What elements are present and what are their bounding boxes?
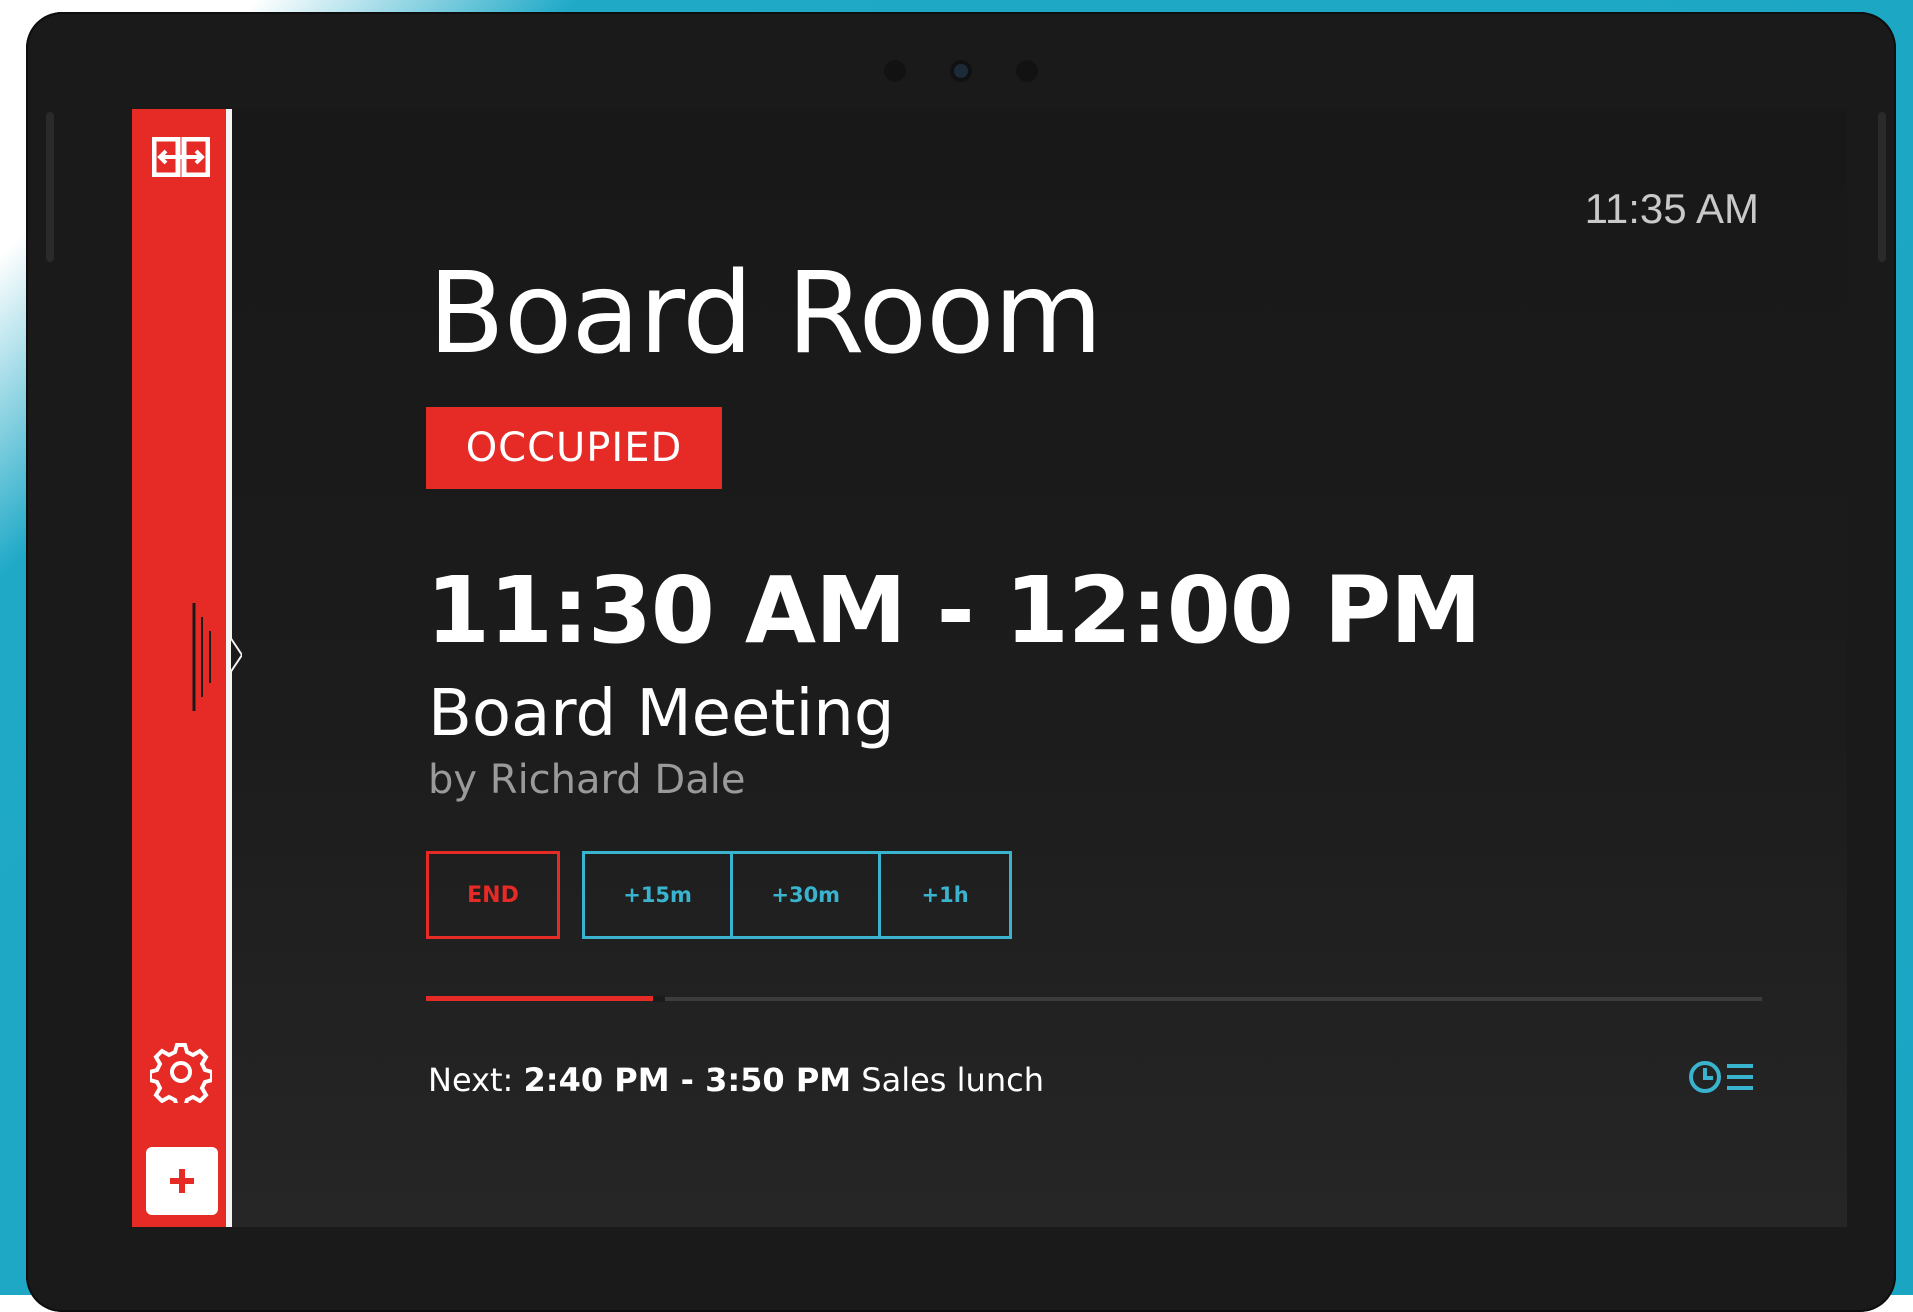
- status-badge: OCCUPIED: [426, 407, 722, 489]
- camera-lens: [954, 64, 968, 78]
- sensor-dot: [1016, 60, 1038, 82]
- meeting-title: Board Meeting: [428, 677, 895, 751]
- next-meeting-time: 2:40 PM - 3:50 PM: [523, 1061, 852, 1099]
- extend-30m-button[interactable]: +30m: [733, 854, 882, 936]
- schedule-list-icon[interactable]: [1687, 1057, 1757, 1097]
- device-camera: [884, 60, 1038, 82]
- extend-15m-button[interactable]: +15m: [585, 854, 734, 936]
- extend-meeting-group: +15m +30m +1h: [582, 851, 1012, 939]
- sensor-dot: [884, 60, 906, 82]
- room-name: Board Room: [428, 249, 1103, 379]
- tablet-device: 11:35 AM Board Room OCCUPIED 11:30 AM - …: [26, 12, 1896, 1312]
- plus-icon: [170, 1169, 194, 1193]
- next-meeting-prefix: Next:: [428, 1061, 514, 1099]
- extend-1h-button[interactable]: +1h: [881, 854, 1009, 936]
- meeting-organizer: by Richard Dale: [428, 757, 746, 803]
- sidebar: [132, 109, 242, 1227]
- next-meeting: Next: 2:40 PM - 3:50 PM Sales lunch: [428, 1061, 1044, 1099]
- app-screen: 11:35 AM Board Room OCCUPIED 11:30 AM - …: [132, 109, 1847, 1227]
- add-booking-button[interactable]: [146, 1147, 218, 1215]
- meeting-progress-fill: [426, 996, 654, 1001]
- device-side-button-right: [1878, 112, 1886, 262]
- drawer-handle-icon[interactable]: [190, 597, 242, 717]
- gear-icon[interactable]: [150, 1041, 212, 1103]
- device-side-button-left: [46, 112, 54, 262]
- progress-marker-gap: [653, 996, 666, 1002]
- meeting-time-range: 11:30 AM - 12:00 PM: [426, 557, 1482, 664]
- meeting-progress-bar: [426, 996, 1762, 1002]
- next-meeting-title: Sales lunch: [861, 1061, 1044, 1099]
- current-time: 11:35 AM: [1584, 185, 1759, 232]
- room-panel-logo-icon[interactable]: [152, 137, 210, 177]
- end-meeting-button[interactable]: END: [426, 851, 560, 939]
